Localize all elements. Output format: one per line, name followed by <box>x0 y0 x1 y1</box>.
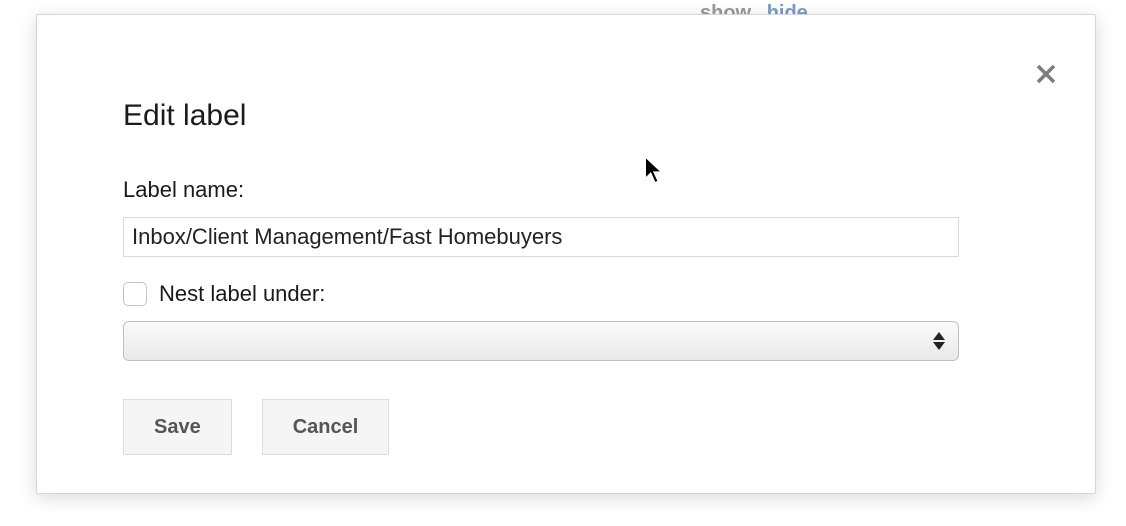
nest-label: Nest label under: <box>159 281 325 307</box>
nest-select-wrap <box>123 321 959 361</box>
dialog-title: Edit label <box>123 99 1009 133</box>
nest-row: Nest label under: <box>123 281 1009 307</box>
dialog-content: Edit label Label name: Nest label under:… <box>37 15 1095 455</box>
edit-label-dialog: Edit label Label name: Nest label under:… <box>36 14 1096 494</box>
close-button[interactable] <box>1031 59 1061 89</box>
cancel-button[interactable]: Cancel <box>262 399 390 455</box>
button-row: Save Cancel <box>123 399 1009 455</box>
label-name-label: Label name: <box>123 177 1009 203</box>
save-button[interactable]: Save <box>123 399 232 455</box>
nest-parent-select[interactable] <box>123 321 959 361</box>
nest-checkbox[interactable] <box>123 282 147 306</box>
close-icon <box>1034 62 1058 86</box>
label-name-input[interactable] <box>123 217 959 257</box>
